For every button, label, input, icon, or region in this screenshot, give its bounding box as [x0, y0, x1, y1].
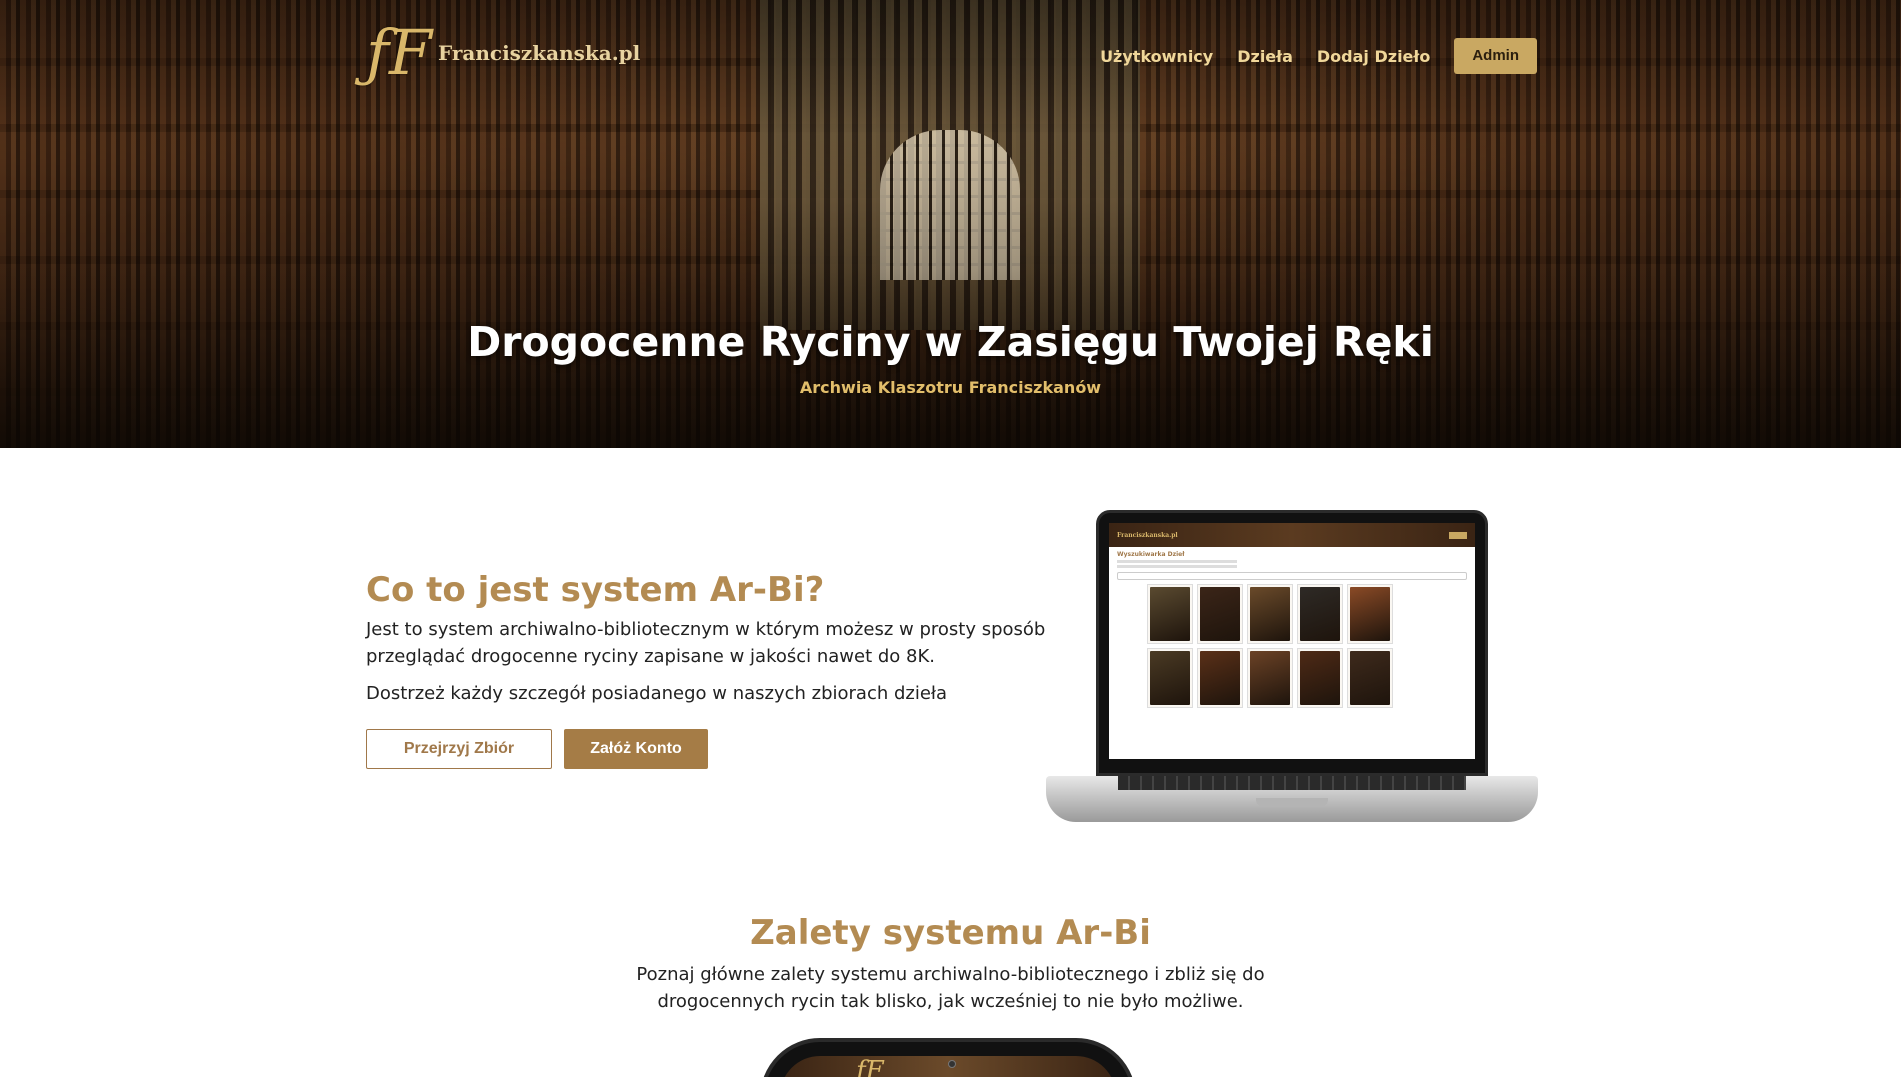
preview-book-cover — [1350, 651, 1390, 705]
phone-mockup: ƒF — [760, 1038, 1136, 1077]
preview-admin-button — [1449, 531, 1467, 539]
phone-logo-icon: ƒF — [856, 1056, 884, 1077]
nav-link-add-work[interactable]: Dodaj Dzieło — [1317, 47, 1430, 66]
laptop-lid: Franciszkanska.pl Wyszukiwarka Dzieł — [1096, 510, 1488, 776]
preview-book-card — [1347, 584, 1393, 644]
admin-button[interactable]: Admin — [1454, 38, 1537, 74]
preview-book-grid — [1147, 584, 1475, 708]
advantages-description: Poznaj główne zalety systemu archiwalno-… — [636, 964, 1265, 1012]
hero-title: Drogocenne Ryciny w Zasięgu Twojej Ręki — [467, 318, 1434, 366]
preview-book-card — [1347, 648, 1393, 708]
nav-link-users[interactable]: Użytkownicy — [1100, 47, 1213, 66]
preview-text-line — [1117, 560, 1237, 563]
nav-links: Użytkownicy Dzieła Dodaj Dzieło Admin — [1100, 38, 1537, 74]
hero-subtitle: Archwia Klaszotru Franciszkanów — [799, 378, 1102, 397]
laptop-base — [1046, 776, 1538, 822]
about-description: Jest to system archiwalno-bibliotecznym … — [366, 619, 1046, 667]
about-detail-text: Dostrzeż każdy szczegół posiadanego w na… — [366, 683, 948, 704]
advantages-title: Zalety systemu Ar-Bi — [750, 913, 1151, 953]
top-navigation: ƒF Franciszkanska.pl Użytkownicy Dzieła … — [0, 0, 1901, 110]
browse-collection-button[interactable]: Przejrzyj Zbiór — [366, 729, 552, 769]
preview-book-card — [1247, 584, 1293, 644]
preview-book-cover — [1250, 587, 1290, 641]
preview-book-card — [1247, 648, 1293, 708]
preview-book-card — [1147, 648, 1193, 708]
laptop-notch — [1256, 798, 1328, 806]
about-title: Co to jest system Ar-Bi? — [366, 570, 825, 610]
preview-book-cover — [1300, 587, 1340, 641]
preview-logo: Franciszkanska.pl — [1117, 531, 1178, 539]
preview-book-card — [1197, 648, 1243, 708]
phone-camera — [948, 1060, 956, 1068]
logo-text: Franciszkanska.pl — [438, 41, 641, 65]
preview-book-card — [1297, 648, 1343, 708]
preview-book-cover — [1200, 587, 1240, 641]
preview-text-line — [1117, 565, 1237, 568]
laptop-screen-preview: Franciszkanska.pl Wyszukiwarka Dzieł — [1109, 523, 1475, 759]
preview-book-card — [1147, 584, 1193, 644]
laptop-keyboard — [1118, 776, 1466, 790]
preview-book-cover — [1250, 651, 1290, 705]
preview-book-cover — [1300, 651, 1340, 705]
preview-book-cover — [1200, 651, 1240, 705]
preview-header: Franciszkanska.pl — [1109, 523, 1475, 547]
logo-icon: ƒF — [366, 16, 432, 89]
preview-book-cover — [1150, 651, 1190, 705]
nav-link-works[interactable]: Dzieła — [1237, 47, 1293, 66]
preview-book-card — [1197, 584, 1243, 644]
preview-title: Wyszukiwarka Dzieł — [1117, 551, 1185, 558]
preview-book-card — [1297, 584, 1343, 644]
preview-book-cover — [1350, 587, 1390, 641]
hero-banner: ƒF Franciszkanska.pl Użytkownicy Dzieła … — [0, 0, 1901, 448]
create-account-button[interactable]: Załóż Konto — [564, 729, 708, 769]
laptop-mockup: Franciszkanska.pl Wyszukiwarka Dzieł — [1046, 510, 1538, 822]
preview-book-cover — [1150, 587, 1190, 641]
preview-search-bar — [1117, 572, 1467, 580]
site-logo[interactable]: ƒF Franciszkanska.pl — [366, 16, 640, 90]
